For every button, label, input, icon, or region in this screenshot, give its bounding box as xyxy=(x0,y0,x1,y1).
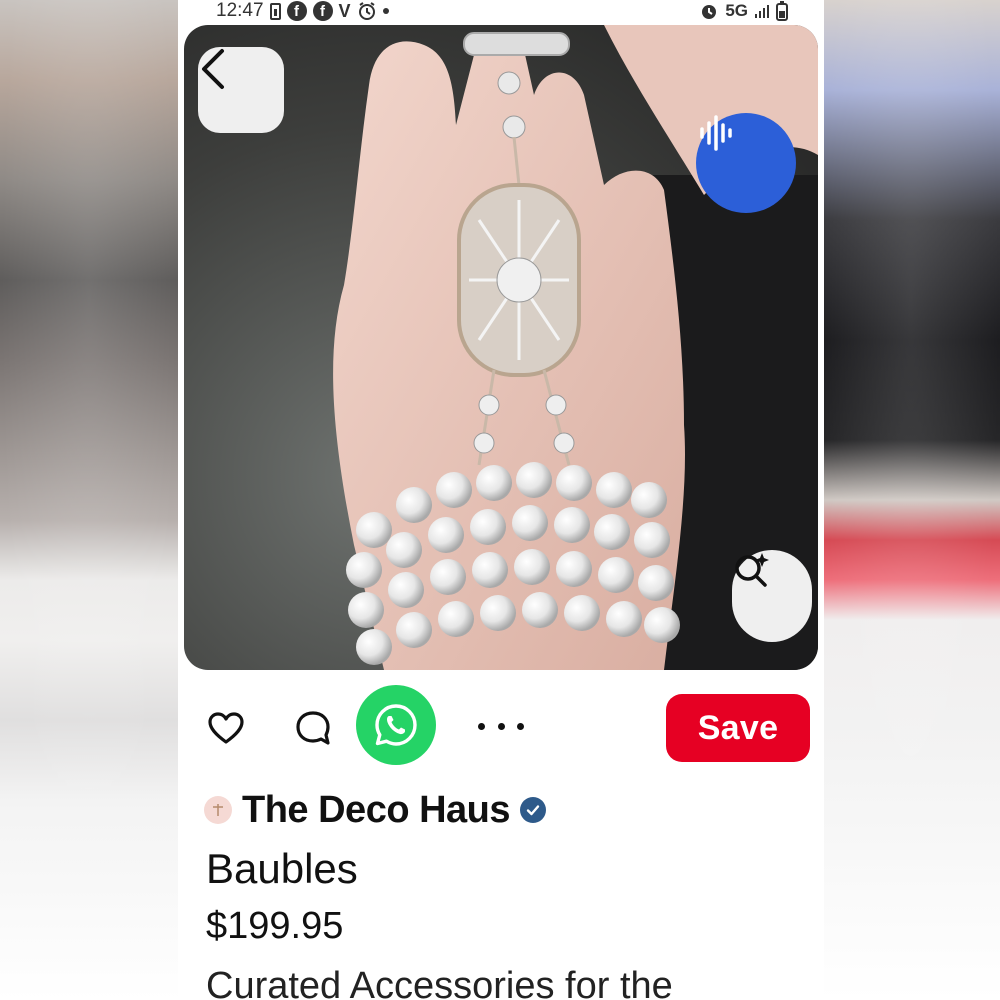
pin-title: Baubles xyxy=(206,845,358,892)
phone-screen: 12:47 f f V 5G Save The Deco Haus Bauble… xyxy=(178,0,824,1000)
blurred-backdrop-right xyxy=(822,0,1000,1000)
pin-description: Curated Accessories for the xyxy=(206,965,673,1000)
heart-icon xyxy=(208,712,244,744)
network-type: 5G xyxy=(725,1,748,20)
battery-icon xyxy=(776,1,788,21)
avatar-logo-icon xyxy=(213,804,223,816)
like-button[interactable] xyxy=(206,710,246,746)
creator-row[interactable]: The Deco Haus xyxy=(204,786,547,834)
notification-dot-icon xyxy=(382,8,389,14)
blurred-backdrop-left xyxy=(0,0,178,1000)
status-bar: 12:47 f f V 5G xyxy=(178,0,824,22)
more-options-button[interactable] xyxy=(478,714,524,738)
more-dots-icon-3 xyxy=(517,722,524,730)
alarm-icon xyxy=(357,1,377,21)
battery-saver-icon xyxy=(269,2,281,20)
save-button[interactable]: Save xyxy=(666,694,810,762)
action-row: Save xyxy=(178,684,824,770)
whatsapp-share-button[interactable] xyxy=(356,685,436,765)
back-button[interactable] xyxy=(198,47,284,133)
signal-icon xyxy=(754,3,770,19)
alarm-icon-right xyxy=(699,1,719,21)
verizon-icon: V xyxy=(338,0,351,21)
status-time: 12:47 xyxy=(216,0,264,21)
whatsapp-icon xyxy=(375,704,417,746)
pin-price: $199.95 xyxy=(206,905,344,947)
visual-search-icon xyxy=(735,553,769,587)
creator-name[interactable]: The Deco Haus xyxy=(242,789,511,832)
chevron-left-icon xyxy=(202,49,224,89)
facebook-icon-2: f xyxy=(312,1,333,21)
visual-search-button[interactable] xyxy=(732,550,812,642)
status-right: 5G xyxy=(699,1,788,21)
more-dots-icon-2 xyxy=(497,722,505,730)
more-dots-icon xyxy=(478,722,485,730)
pin-image[interactable] xyxy=(184,25,818,670)
audio-wave-icon xyxy=(700,115,732,151)
creator-avatar[interactable] xyxy=(204,796,232,824)
verified-check-icon xyxy=(520,797,547,823)
comment-bubble-icon xyxy=(296,711,330,745)
comment-button[interactable] xyxy=(293,708,333,748)
status-left: 12:47 f f V xyxy=(216,0,389,22)
facebook-icon: f xyxy=(286,1,307,21)
voice-assistant-button[interactable] xyxy=(696,113,796,213)
